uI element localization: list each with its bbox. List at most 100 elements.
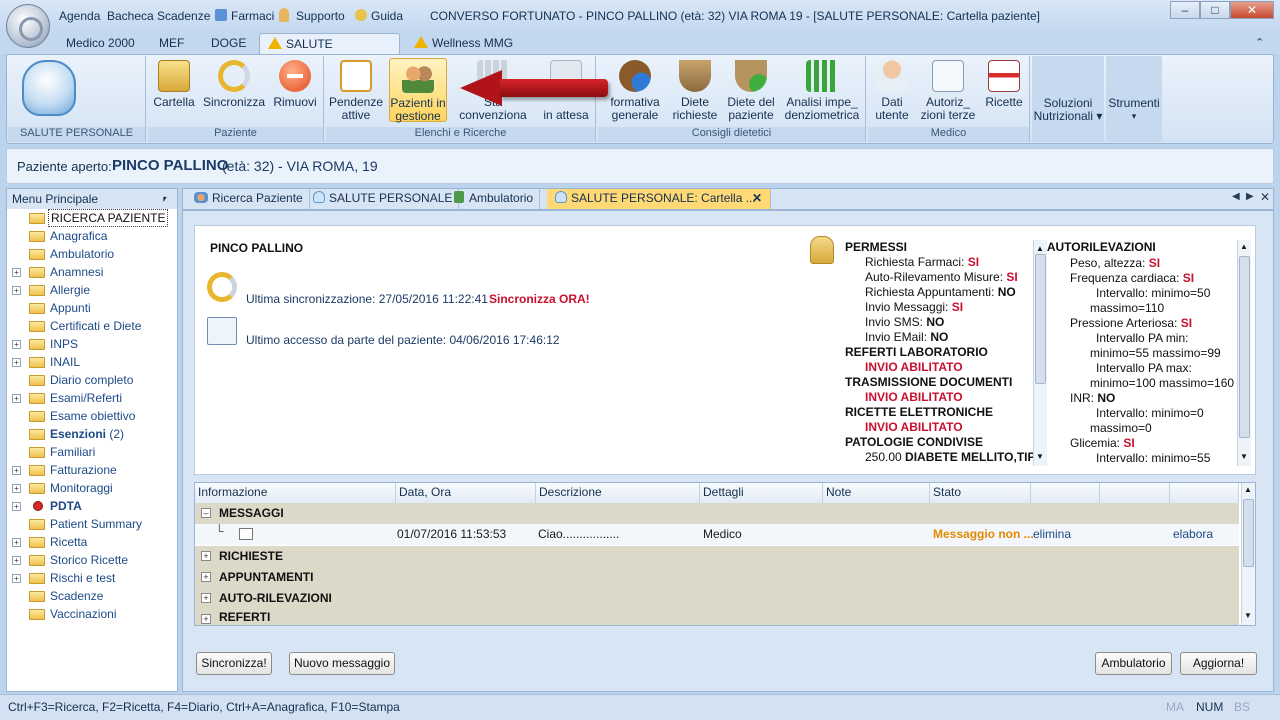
tab-ricerca-paziente[interactable]: Ricerca Paziente — [186, 189, 310, 209]
diete-paziente-button[interactable]: Diete del paziente — [724, 60, 778, 122]
pin-icon[interactable]: ⎖ — [160, 189, 169, 209]
tab-medico-2000[interactable]: Medico 2000 — [58, 33, 143, 55]
col-dettagli[interactable]: Dettagli — [700, 483, 823, 503]
expand-icon[interactable]: + — [12, 286, 21, 295]
quick-supporto[interactable]: Supporto — [296, 9, 345, 23]
tab-cartella-paziente[interactable]: SALUTE PERSONALE: Cartella ... ✕ — [547, 189, 771, 209]
expand-icon[interactable]: + — [12, 394, 21, 403]
application-menu-button[interactable] — [6, 4, 50, 48]
expand-icon[interactable]: + — [12, 574, 21, 583]
quick-bacheca[interactable]: Bacheca — [107, 9, 154, 23]
tab-mef[interactable]: MEF — [151, 33, 192, 55]
quick-agenda[interactable]: Agenda — [59, 9, 100, 23]
sincronizza-button[interactable]: Sincronizza! — [196, 652, 272, 675]
col-stato[interactable]: Stato — [930, 483, 1031, 503]
cartella-button[interactable]: Cartella — [150, 60, 198, 109]
group-row-messaggi[interactable]: – MESSAGGI — [195, 503, 1239, 524]
scroll-down-icon[interactable]: ▼ — [1240, 452, 1248, 461]
quick-guida[interactable]: Guida — [371, 9, 403, 23]
col-descrizione[interactable]: Descrizione — [536, 483, 700, 503]
sidebar-item-diario-completo[interactable]: Diario completo — [7, 371, 177, 389]
sidebar-item-ricerca-paziente[interactable]: RICERCA PAZIENTE — [7, 209, 177, 227]
rimuovi-button[interactable]: Rimuovi — [270, 60, 320, 109]
group-row-referti[interactable]: + REFERTI — [195, 609, 1239, 625]
close-button[interactable]: ✕ — [1230, 1, 1274, 19]
table-row[interactable]: └ 01/07/2016 11:53:53 Ciao..............… — [195, 524, 1239, 545]
scroll-down-icon[interactable]: ▼ — [1244, 611, 1252, 620]
sidebar-item-rischi-e-test[interactable]: + Rischi e test — [7, 569, 177, 587]
ricette-button[interactable]: Ricette — [982, 60, 1026, 109]
sidebar-item-allergie[interactable]: + Allergie — [7, 281, 177, 299]
elimina-link[interactable]: elimina — [1033, 524, 1071, 544]
sidebar-item-inail[interactable]: + INAIL — [7, 353, 177, 371]
collapse-ribbon-icon[interactable]: ⌃ — [1255, 36, 1264, 49]
ambulatorio-button[interactable]: Ambulatorio — [1095, 652, 1172, 675]
sidebar-item-monitoraggi[interactable]: + Monitoraggi — [7, 479, 177, 497]
quick-scadenze[interactable]: Scadenze — [157, 9, 210, 23]
group-row-richieste[interactable]: + RICHIESTE — [195, 546, 1239, 567]
expand-icon[interactable]: + — [12, 358, 21, 367]
sidebar-item-ricetta[interactable]: + Ricetta — [7, 533, 177, 551]
expand-icon[interactable]: + — [12, 556, 21, 565]
sync-now-link[interactable]: Sincronizza ORA! — [489, 292, 590, 306]
expand-icon[interactable]: + — [12, 268, 21, 277]
tab-scroll-left-icon[interactable]: ◀ — [1232, 191, 1240, 202]
sidebar-item-storico-ricette[interactable]: + Storico Ricette — [7, 551, 177, 569]
expand-icon[interactable]: + — [12, 466, 21, 475]
sidebar-item-inps[interactable]: + INPS — [7, 335, 177, 353]
close-all-icon[interactable]: ✕ — [1260, 190, 1270, 204]
sidebar-item-esami-referti[interactable]: + Esami/Referti — [7, 389, 177, 407]
tab-doge[interactable]: DOGE — [203, 33, 254, 55]
pendenze-attive-button[interactable]: Pendenze attive — [328, 60, 384, 122]
self-monitoring-scrollbar[interactable]: ▲ ▼ — [1237, 240, 1251, 466]
scroll-up-icon[interactable]: ▲ — [1244, 485, 1252, 494]
diete-richieste-button[interactable]: Diete richieste — [671, 60, 719, 122]
sidebar-item-certificati-e-diete[interactable]: Certificati e Diete — [7, 317, 177, 335]
sidebar-item-patient-summary[interactable]: Patient Summary — [7, 515, 177, 533]
autorizzazioni-terze-button[interactable]: Autoriz_ zioni terze — [918, 60, 978, 122]
sidebar-item-esenzioni[interactable]: Esenzioni (2) — [7, 425, 177, 443]
nuovo-messaggio-button[interactable]: Nuovo messaggio — [289, 652, 395, 675]
informativa-generale-button[interactable]: formativa generale — [604, 60, 666, 122]
quick-farmaci[interactable]: Farmaci — [231, 9, 274, 23]
tab-ambulatorio[interactable]: Ambulatorio — [446, 189, 541, 209]
col-data-ora[interactable]: Data, Ora — [396, 483, 536, 503]
maximize-button[interactable]: □ — [1200, 1, 1230, 19]
close-tab-icon[interactable]: ✕ — [752, 189, 762, 208]
grid-scroll-thumb[interactable] — [1243, 499, 1254, 567]
elabora-link[interactable]: elabora — [1173, 524, 1213, 544]
analisi-impedenziometrica-button[interactable]: Analisi impe_ denziometrica — [782, 60, 862, 122]
sidebar-item-appunti[interactable]: Appunti — [7, 299, 177, 317]
tab-salute-personale-doc[interactable]: SALUTE PERSONALE — [305, 189, 460, 209]
tab-salute-personale[interactable]: SALUTE PERSONALE — [259, 33, 400, 71]
strumenti-button[interactable]: Strumenti ▾ — [1106, 97, 1162, 123]
sidebar-item-scadenze[interactable]: Scadenze — [7, 587, 177, 605]
minimize-button[interactable]: – — [1170, 1, 1200, 19]
dati-utente-button[interactable]: Dati utente — [870, 60, 914, 122]
sidebar-item-ambulatorio[interactable]: Ambulatorio — [7, 245, 177, 263]
expand-icon[interactable]: + — [12, 502, 21, 511]
expand-icon[interactable]: + — [12, 340, 21, 349]
aggiorna-button[interactable]: Aggiorna! — [1180, 652, 1257, 675]
scroll-up-icon[interactable]: ▲ — [1240, 242, 1248, 251]
sidebar-item-vaccinazioni[interactable]: Vaccinazioni — [7, 605, 177, 623]
group-row-appuntamenti[interactable]: + APPUNTAMENTI — [195, 567, 1239, 588]
grid-scrollbar[interactable]: ▲ ▼ — [1241, 483, 1255, 625]
expand-icon[interactable]: + — [12, 538, 21, 547]
sidebar-item-esame-obiettivo[interactable]: Esame obiettivo — [7, 407, 177, 425]
tab-wellness-mmg[interactable]: Wellness MMG — [406, 33, 521, 55]
expand-icon[interactable]: + — [12, 484, 21, 493]
sidebar-item-pdta[interactable]: + PDTA — [7, 497, 177, 515]
sidebar-item-fatturazione[interactable]: + Fatturazione — [7, 461, 177, 479]
sidebar-item-familiari[interactable]: Familiari — [7, 443, 177, 461]
sincronizza-ribbon-button[interactable]: Sincronizza — [203, 60, 265, 109]
pazienti-in-gestione-button[interactable]: Pazienti in gestione — [389, 58, 447, 123]
self-monitoring-scroll-thumb[interactable] — [1239, 256, 1250, 438]
sidebar-item-anagrafica[interactable]: Anagrafica — [7, 227, 177, 245]
soluzioni-nutrizionali-button[interactable]: Soluzioni Nutrizionali ▾ — [1032, 97, 1104, 123]
col-note[interactable]: Note — [823, 483, 930, 503]
group-row-autorilevazioni[interactable]: + AUTO-RILEVAZIONI — [195, 588, 1239, 609]
col-informazione[interactable]: Informazione — [195, 483, 396, 503]
sidebar-item-anamnesi[interactable]: + Anamnesi — [7, 263, 177, 281]
tab-scroll-right-icon[interactable]: ▶ — [1246, 191, 1254, 202]
